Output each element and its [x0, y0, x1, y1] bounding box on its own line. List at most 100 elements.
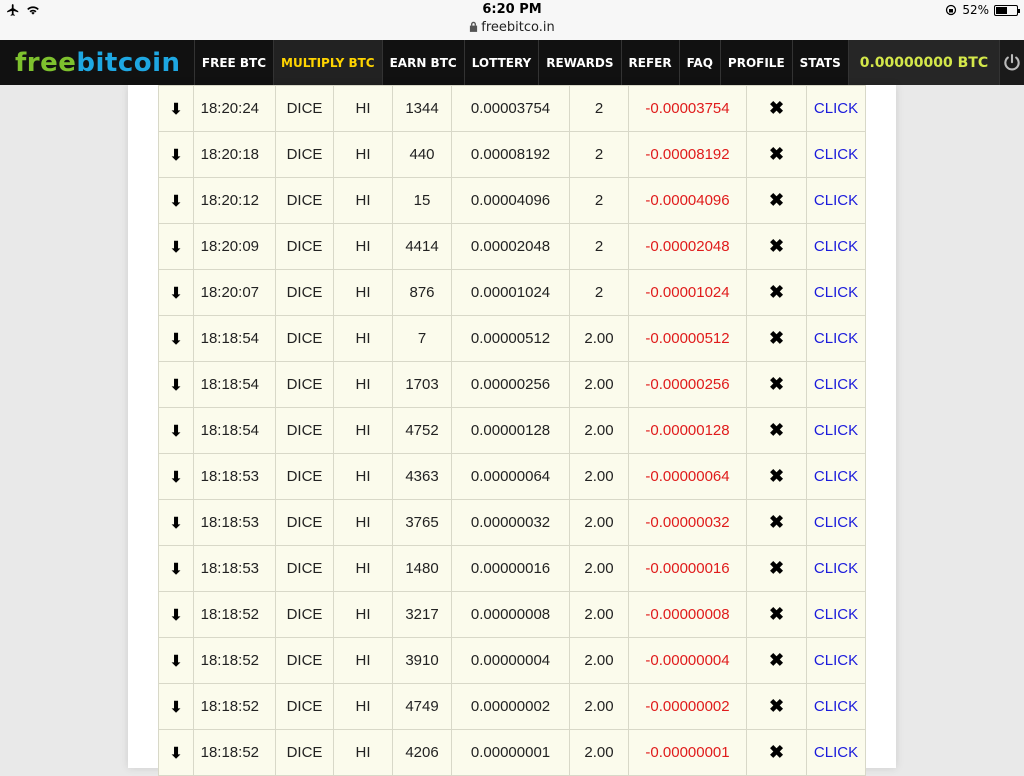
x-mark-icon: ✖	[768, 144, 785, 164]
nav-item-earn-btc[interactable]: EARN BTC	[381, 40, 464, 85]
expand-row-button[interactable]: ⬇	[158, 499, 194, 546]
verify-link[interactable]: CLICK	[806, 85, 866, 132]
bet-game: DICE	[275, 407, 334, 454]
bet-stake: 0.00000004	[451, 637, 570, 684]
verify-link[interactable]: CLICK	[806, 361, 866, 408]
orientation-lock-icon	[946, 4, 957, 16]
expand-row-button[interactable]: ⬇	[158, 177, 194, 224]
x-mark-icon: ✖	[768, 374, 785, 394]
arrow-down-icon: ⬇	[169, 284, 183, 302]
bet-roll: 3217	[392, 591, 452, 638]
bet-profit: -0.00003754	[628, 85, 747, 132]
bet-result: ✖	[746, 361, 807, 408]
verify-link[interactable]: CLICK	[806, 223, 866, 270]
bet-history-table: ⬇ 18:20:24 DICE HI 1344 0.00003754 2 -0.0000375…	[158, 85, 866, 776]
bet-result: ✖	[746, 499, 807, 546]
bet-type: HI	[333, 683, 393, 730]
bet-game: DICE	[275, 269, 334, 316]
bet-profit: -0.00000128	[628, 407, 747, 454]
verify-link[interactable]: CLICK	[806, 453, 866, 500]
bet-type: HI	[333, 131, 393, 178]
bet-time: 18:18:53	[193, 499, 276, 546]
expand-row-button[interactable]: ⬇	[158, 407, 194, 454]
verify-link[interactable]: CLICK	[806, 407, 866, 454]
bet-game: DICE	[275, 453, 334, 500]
verify-link[interactable]: CLICK	[806, 729, 866, 776]
expand-row-button[interactable]: ⬇	[158, 683, 194, 730]
table-row: ⬇ 18:18:54 DICE HI 4752 0.00000128 2.00 -0.0000…	[158, 407, 866, 454]
x-mark-icon: ✖	[768, 650, 785, 670]
bet-roll: 440	[392, 131, 452, 178]
nav-item-faq[interactable]: FAQ	[678, 40, 720, 85]
bet-stake: 0.00000064	[451, 453, 570, 500]
logout-button[interactable]	[999, 40, 1024, 85]
expand-row-button[interactable]: ⬇	[158, 131, 194, 178]
bet-payout: 2.00	[569, 361, 629, 408]
bet-time: 18:20:09	[193, 223, 276, 270]
bet-stake: 0.00000001	[451, 729, 570, 776]
expand-row-button[interactable]: ⬇	[158, 453, 194, 500]
verify-link[interactable]: CLICK	[806, 269, 866, 316]
bet-result: ✖	[746, 683, 807, 730]
bet-time: 18:18:52	[193, 729, 276, 776]
bet-result: ✖	[746, 637, 807, 684]
verify-link[interactable]: CLICK	[806, 177, 866, 224]
verify-link[interactable]: CLICK	[806, 131, 866, 178]
nav-item-refer[interactable]: REFER	[620, 40, 679, 85]
bet-profit: -0.00000001	[628, 729, 747, 776]
bet-result: ✖	[746, 85, 807, 132]
expand-row-button[interactable]: ⬇	[158, 269, 194, 316]
table-row: ⬇ 18:18:54 DICE HI 1703 0.00000256 2.00 -0.0000…	[158, 361, 866, 408]
verify-link[interactable]: CLICK	[806, 637, 866, 684]
bet-stake: 0.00004096	[451, 177, 570, 224]
expand-row-button[interactable]: ⬇	[158, 85, 194, 132]
arrow-down-icon: ⬇	[169, 606, 183, 624]
bet-result: ✖	[746, 315, 807, 362]
bet-payout: 2.00	[569, 453, 629, 500]
x-mark-icon: ✖	[768, 742, 785, 762]
expand-row-button[interactable]: ⬇	[158, 223, 194, 270]
expand-row-button[interactable]: ⬇	[158, 729, 194, 776]
verify-link[interactable]: CLICK	[806, 683, 866, 730]
bet-game: DICE	[275, 637, 334, 684]
table-row: ⬇ 18:20:09 DICE HI 4414 0.00002048 2 -0.0000204…	[158, 223, 866, 270]
bet-profit: -0.00000256	[628, 361, 747, 408]
bet-time: 18:18:52	[193, 683, 276, 730]
expand-row-button[interactable]: ⬇	[158, 591, 194, 638]
bet-result: ✖	[746, 591, 807, 638]
bet-profit: -0.00004096	[628, 177, 747, 224]
verify-link[interactable]: CLICK	[806, 315, 866, 362]
verify-link[interactable]: CLICK	[806, 499, 866, 546]
bet-time: 18:18:54	[193, 315, 276, 362]
arrow-down-icon: ⬇	[169, 146, 183, 164]
ios-status-bar: 6:20 PM freebitco.in 52%	[0, 0, 1024, 40]
expand-row-button[interactable]: ⬇	[158, 315, 194, 362]
site-logo[interactable]: free bitcoin	[0, 40, 194, 85]
table-row: ⬇ 18:18:54 DICE HI 7 0.00000512 2.00 -0.0000051…	[158, 315, 866, 362]
nav-item-multiply-btc[interactable]: MULTIPLY BTC	[273, 40, 382, 85]
nav-item-lottery[interactable]: LOTTERY	[463, 40, 539, 85]
nav-item-rewards[interactable]: REWARDS	[538, 40, 620, 85]
x-mark-icon: ✖	[768, 604, 785, 624]
bet-time: 18:20:12	[193, 177, 276, 224]
nav-item-stats[interactable]: STATS	[791, 40, 848, 85]
bet-roll: 7	[392, 315, 452, 362]
nav-item-profile[interactable]: PROFILE	[719, 40, 792, 85]
bet-stake: 0.00000008	[451, 591, 570, 638]
x-mark-icon: ✖	[768, 98, 785, 118]
verify-link[interactable]: CLICK	[806, 545, 866, 592]
nav-item-free-btc[interactable]: FREE BTC	[193, 40, 273, 85]
expand-row-button[interactable]: ⬇	[158, 637, 194, 684]
x-mark-icon: ✖	[768, 236, 785, 256]
table-row: ⬇ 18:18:52 DICE HI 4749 0.00000002 2.00 -0.0000…	[158, 683, 866, 730]
expand-row-button[interactable]: ⬇	[158, 545, 194, 592]
bet-type: HI	[333, 545, 393, 592]
address-bar[interactable]: freebitco.in	[0, 20, 1024, 35]
table-row: ⬇ 18:18:53 DICE HI 4363 0.00000064 2.00 -0.0000…	[158, 453, 866, 500]
bet-stake: 0.00008192	[451, 131, 570, 178]
verify-link[interactable]: CLICK	[806, 591, 866, 638]
bet-roll: 1344	[392, 85, 452, 132]
expand-row-button[interactable]: ⬇	[158, 361, 194, 408]
bet-profit: -0.00001024	[628, 269, 747, 316]
table-row: ⬇ 18:20:18 DICE HI 440 0.00008192 2 -0.00008192…	[158, 131, 866, 178]
